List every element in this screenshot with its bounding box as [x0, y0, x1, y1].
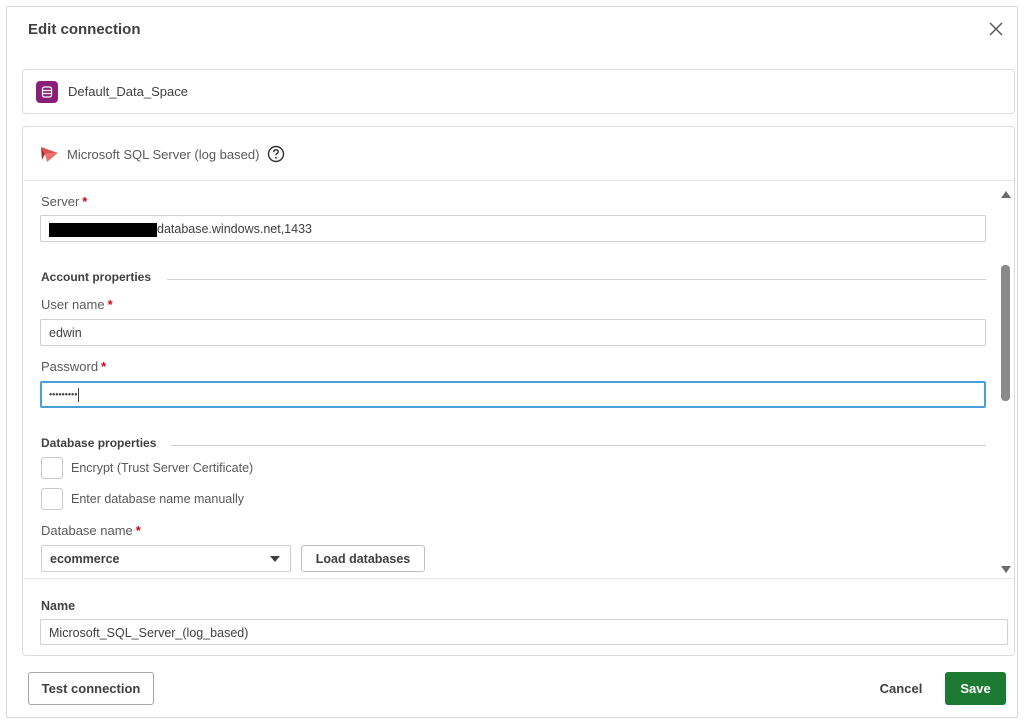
database-section-title: Database properties: [41, 436, 157, 450]
encrypt-checkbox[interactable]: [41, 457, 63, 479]
data-space-card: Default_Data_Space: [22, 69, 1015, 114]
chevron-down-icon: [270, 556, 280, 562]
server-label: Server *: [41, 194, 88, 209]
divider: [23, 578, 1014, 579]
encrypt-label: Encrypt (Trust Server Certificate): [71, 461, 254, 475]
scroll-up-arrow-icon[interactable]: [1001, 191, 1011, 198]
cancel-button[interactable]: Cancel: [868, 672, 934, 705]
close-icon[interactable]: [987, 20, 1005, 38]
test-connection-button[interactable]: Test connection: [28, 672, 154, 705]
database-icon: [36, 81, 58, 103]
username-label: User name *: [41, 297, 113, 312]
scrollbar-thumb[interactable]: [1001, 265, 1010, 401]
password-label: Password *: [41, 359, 107, 374]
load-databases-button[interactable]: Load databases: [301, 545, 425, 572]
account-section-title: Account properties: [41, 270, 152, 284]
connection-card: Microsoft SQL Server (log based) Server *…: [22, 126, 1015, 656]
text-cursor: [78, 388, 80, 402]
connection-properties-scroll[interactable]: Server * database.windows.net,1433 Accoun…: [23, 181, 1016, 578]
connection-name-input[interactable]: Microsoft_SQL_Server_(log_based): [40, 619, 1008, 645]
name-label: Name: [41, 599, 76, 613]
server-input[interactable]: database.windows.net,1433: [40, 215, 986, 242]
edit-connection-dialog: Edit connection Default_Data_Space Micro…: [6, 6, 1018, 718]
dbname-select[interactable]: ecommerce: [41, 545, 291, 572]
encrypt-checkbox-row[interactable]: Encrypt (Trust Server Certificate): [41, 457, 253, 479]
redacted-block: [49, 222, 157, 237]
password-input[interactable]: •••••••••: [40, 381, 986, 408]
connector-type: Microsoft SQL Server (log based): [39, 143, 285, 165]
section-divider: [171, 445, 986, 446]
manual-dbname-checkbox[interactable]: [41, 488, 63, 510]
section-divider: [167, 279, 986, 280]
save-button[interactable]: Save: [945, 672, 1006, 705]
space-name: Default_Data_Space: [68, 84, 188, 99]
dbname-label: Database name *: [41, 523, 141, 538]
manual-dbname-checkbox-row[interactable]: Enter database name manually: [41, 488, 244, 510]
manual-dbname-label: Enter database name manually: [71, 492, 245, 506]
sql-server-icon: [41, 147, 58, 162]
dialog-title: Edit connection: [28, 21, 141, 38]
help-circle-icon[interactable]: [267, 145, 285, 163]
username-input[interactable]: edwin: [40, 319, 986, 346]
connector-type-label: Microsoft SQL Server (log based): [67, 146, 260, 162]
scroll-down-arrow-icon[interactable]: [1001, 566, 1011, 573]
scrollbar[interactable]: [998, 181, 1014, 578]
